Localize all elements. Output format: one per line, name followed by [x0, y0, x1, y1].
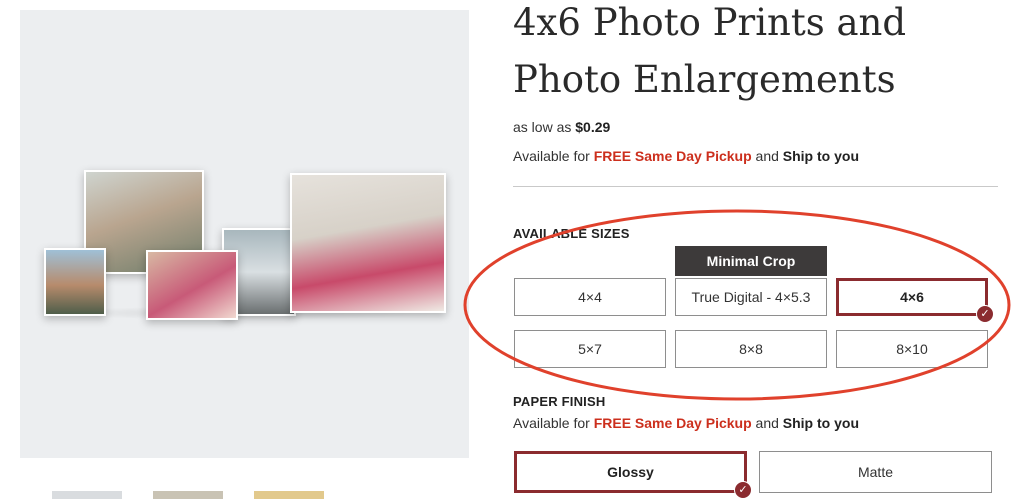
finish-availability-line: Available for FREE Same Day Pickup and S… — [513, 415, 859, 431]
finish-option-matte[interactable]: Matte — [759, 451, 992, 493]
size-option-true-digital[interactable]: True Digital - 4×5.3 — [675, 278, 827, 316]
photo-family-hug — [146, 250, 238, 320]
minimal-crop-badge: Minimal Crop — [675, 246, 827, 276]
photo-girl-puppy — [290, 173, 446, 313]
check-circle-icon: ✓ — [976, 305, 994, 323]
finish-availability-prefix: Available for — [513, 415, 590, 431]
availability-and: and — [755, 148, 779, 164]
thumbnail-1[interactable] — [52, 491, 122, 499]
size-option-5x7[interactable]: 5×7 — [514, 330, 666, 368]
price-value: $0.29 — [575, 119, 611, 135]
size-option-4x4[interactable]: 4×4 — [514, 278, 666, 316]
thumbnail-2[interactable] — [153, 491, 223, 499]
size-option-4x6[interactable]: 4×6 — [836, 278, 988, 316]
finish-label: PAPER FINISH — [513, 394, 606, 409]
sizes-label: AVAILABLE SIZES — [513, 226, 630, 241]
pickup-text: FREE Same Day Pickup — [593, 148, 752, 164]
availability-prefix: Available for — [513, 148, 590, 164]
check-circle-icon: ✓ — [734, 481, 752, 499]
thumbnail-3[interactable] — [254, 491, 324, 499]
price-line: as low as $0.29 — [513, 119, 610, 135]
ship-text: Ship to you — [782, 148, 859, 164]
finish-availability-and: and — [755, 415, 779, 431]
price-prefix: as low as — [513, 119, 572, 135]
size-option-8x8[interactable]: 8×8 — [675, 330, 827, 368]
finish-pickup-text: FREE Same Day Pickup — [593, 415, 752, 431]
photo-couple-beach — [44, 248, 106, 316]
finish-option-glossy[interactable]: Glossy — [514, 451, 747, 493]
page-title: 4x6 Photo Prints and Photo Enlargements — [513, 1, 907, 101]
divider — [513, 186, 998, 187]
product-image — [20, 10, 469, 458]
size-option-8x10[interactable]: 8×10 — [836, 330, 988, 368]
finish-ship-text: Ship to you — [782, 415, 859, 431]
availability-line: Available for FREE Same Day Pickup and S… — [513, 148, 859, 164]
